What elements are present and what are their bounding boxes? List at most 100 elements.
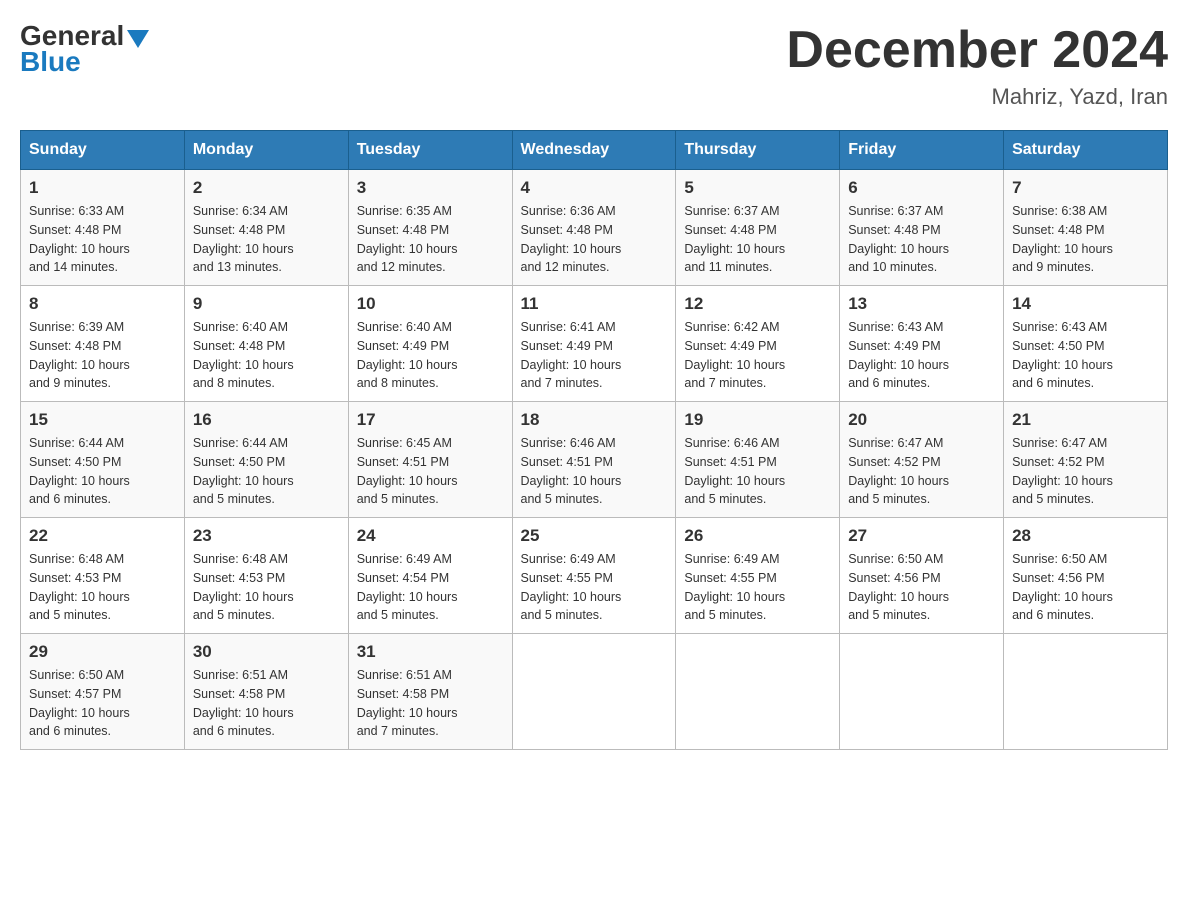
day-number: 4 xyxy=(521,178,668,198)
day-cell-8: 8 Sunrise: 6:39 AMSunset: 4:48 PMDaylight… xyxy=(21,286,185,402)
day-number: 1 xyxy=(29,178,176,198)
weekday-header-saturday: Saturday xyxy=(1004,131,1168,170)
day-cell-10: 10 Sunrise: 6:40 AMSunset: 4:49 PMDayligh… xyxy=(348,286,512,402)
day-info: Sunrise: 6:49 AMSunset: 4:54 PMDaylight:… xyxy=(357,550,504,625)
day-info: Sunrise: 6:36 AMSunset: 4:48 PMDaylight:… xyxy=(521,202,668,277)
day-number: 5 xyxy=(684,178,831,198)
weekday-header-wednesday: Wednesday xyxy=(512,131,676,170)
day-number: 21 xyxy=(1012,410,1159,430)
day-number: 28 xyxy=(1012,526,1159,546)
day-number: 8 xyxy=(29,294,176,314)
day-number: 14 xyxy=(1012,294,1159,314)
logo-blue-text: Blue xyxy=(20,46,81,78)
day-cell-24: 24 Sunrise: 6:49 AMSunset: 4:54 PMDayligh… xyxy=(348,518,512,634)
day-number: 2 xyxy=(193,178,340,198)
day-info: Sunrise: 6:34 AMSunset: 4:48 PMDaylight:… xyxy=(193,202,340,277)
day-cell-27: 27 Sunrise: 6:50 AMSunset: 4:56 PMDayligh… xyxy=(840,518,1004,634)
day-info: Sunrise: 6:35 AMSunset: 4:48 PMDaylight:… xyxy=(357,202,504,277)
location: Mahriz, Yazd, Iran xyxy=(786,84,1168,110)
day-cell-1: 1Sunrise: 6:33 AMSunset: 4:48 PMDaylight… xyxy=(21,170,185,286)
day-cell-18: 18 Sunrise: 6:46 AMSunset: 4:51 PMDayligh… xyxy=(512,402,676,518)
day-info: Sunrise: 6:42 AMSunset: 4:49 PMDaylight:… xyxy=(684,318,831,393)
week-row-5: 29 Sunrise: 6:50 AMSunset: 4:57 PMDayligh… xyxy=(21,634,1168,750)
day-cell-4: 4 Sunrise: 6:36 AMSunset: 4:48 PMDaylight… xyxy=(512,170,676,286)
day-number: 18 xyxy=(521,410,668,430)
weekday-header-monday: Monday xyxy=(184,131,348,170)
day-cell-21: 21 Sunrise: 6:47 AMSunset: 4:52 PMDayligh… xyxy=(1004,402,1168,518)
day-cell-17: 17Sunrise: 6:45 AMSunset: 4:51 PMDayligh… xyxy=(348,402,512,518)
day-number: 16 xyxy=(193,410,340,430)
day-info: Sunrise: 6:46 AMSunset: 4:51 PMDaylight:… xyxy=(684,434,831,509)
day-cell-15: 15 Sunrise: 6:44 AMSunset: 4:50 PMDayligh… xyxy=(21,402,185,518)
day-number: 12 xyxy=(684,294,831,314)
day-cell-13: 13 Sunrise: 6:43 AMSunset: 4:49 PMDayligh… xyxy=(840,286,1004,402)
empty-cell xyxy=(676,634,840,750)
weekday-header-thursday: Thursday xyxy=(676,131,840,170)
day-number: 30 xyxy=(193,642,340,662)
day-info: Sunrise: 6:37 AMSunset: 4:48 PMDaylight:… xyxy=(684,202,831,277)
day-info: Sunrise: 6:47 AMSunset: 4:52 PMDaylight:… xyxy=(1012,434,1159,509)
week-row-3: 15 Sunrise: 6:44 AMSunset: 4:50 PMDayligh… xyxy=(21,402,1168,518)
day-cell-9: 9Sunrise: 6:40 AMSunset: 4:48 PMDaylight… xyxy=(184,286,348,402)
day-info: Sunrise: 6:43 AMSunset: 4:50 PMDaylight:… xyxy=(1012,318,1159,393)
day-cell-25: 25Sunrise: 6:49 AMSunset: 4:55 PMDayligh… xyxy=(512,518,676,634)
day-info: Sunrise: 6:40 AMSunset: 4:49 PMDaylight:… xyxy=(357,318,504,393)
day-cell-2: 2 Sunrise: 6:34 AMSunset: 4:48 PMDaylight… xyxy=(184,170,348,286)
week-row-4: 22 Sunrise: 6:48 AMSunset: 4:53 PMDayligh… xyxy=(21,518,1168,634)
day-number: 6 xyxy=(848,178,995,198)
day-info: Sunrise: 6:49 AMSunset: 4:55 PMDaylight:… xyxy=(684,550,831,625)
day-cell-31: 31Sunrise: 6:51 AMSunset: 4:58 PMDayligh… xyxy=(348,634,512,750)
day-info: Sunrise: 6:51 AMSunset: 4:58 PMDaylight:… xyxy=(357,666,504,741)
empty-cell xyxy=(840,634,1004,750)
week-row-2: 8 Sunrise: 6:39 AMSunset: 4:48 PMDaylight… xyxy=(21,286,1168,402)
weekday-header-friday: Friday xyxy=(840,131,1004,170)
day-number: 25 xyxy=(521,526,668,546)
logo: General Blue xyxy=(20,20,149,78)
day-number: 7 xyxy=(1012,178,1159,198)
weekday-header-tuesday: Tuesday xyxy=(348,131,512,170)
day-info: Sunrise: 6:48 AMSunset: 4:53 PMDaylight:… xyxy=(29,550,176,625)
day-number: 26 xyxy=(684,526,831,546)
empty-cell xyxy=(1004,634,1168,750)
day-number: 19 xyxy=(684,410,831,430)
day-number: 29 xyxy=(29,642,176,662)
weekday-header-sunday: Sunday xyxy=(21,131,185,170)
day-cell-12: 12 Sunrise: 6:42 AMSunset: 4:49 PMDayligh… xyxy=(676,286,840,402)
day-cell-3: 3Sunrise: 6:35 AMSunset: 4:48 PMDaylight… xyxy=(348,170,512,286)
day-number: 24 xyxy=(357,526,504,546)
day-info: Sunrise: 6:38 AMSunset: 4:48 PMDaylight:… xyxy=(1012,202,1159,277)
day-info: Sunrise: 6:39 AMSunset: 4:48 PMDaylight:… xyxy=(29,318,176,393)
day-cell-14: 14 Sunrise: 6:43 AMSunset: 4:50 PMDayligh… xyxy=(1004,286,1168,402)
day-cell-23: 23Sunrise: 6:48 AMSunset: 4:53 PMDayligh… xyxy=(184,518,348,634)
day-cell-22: 22 Sunrise: 6:48 AMSunset: 4:53 PMDayligh… xyxy=(21,518,185,634)
empty-cell xyxy=(512,634,676,750)
day-number: 22 xyxy=(29,526,176,546)
day-cell-28: 28Sunrise: 6:50 AMSunset: 4:56 PMDayligh… xyxy=(1004,518,1168,634)
day-cell-20: 20Sunrise: 6:47 AMSunset: 4:52 PMDayligh… xyxy=(840,402,1004,518)
day-info: Sunrise: 6:43 AMSunset: 4:49 PMDaylight:… xyxy=(848,318,995,393)
day-cell-11: 11 Sunrise: 6:41 AMSunset: 4:49 PMDayligh… xyxy=(512,286,676,402)
weekday-header-row: SundayMondayTuesdayWednesdayThursdayFrid… xyxy=(21,131,1168,170)
day-info: Sunrise: 6:46 AMSunset: 4:51 PMDaylight:… xyxy=(521,434,668,509)
day-number: 15 xyxy=(29,410,176,430)
logo-triangle-icon xyxy=(127,30,149,48)
day-cell-7: 7 Sunrise: 6:38 AMSunset: 4:48 PMDaylight… xyxy=(1004,170,1168,286)
day-number: 10 xyxy=(357,294,504,314)
day-number: 11 xyxy=(521,294,668,314)
day-cell-19: 19 Sunrise: 6:46 AMSunset: 4:51 PMDayligh… xyxy=(676,402,840,518)
day-cell-30: 30Sunrise: 6:51 AMSunset: 4:58 PMDayligh… xyxy=(184,634,348,750)
day-info: Sunrise: 6:41 AMSunset: 4:49 PMDaylight:… xyxy=(521,318,668,393)
day-cell-29: 29 Sunrise: 6:50 AMSunset: 4:57 PMDayligh… xyxy=(21,634,185,750)
day-cell-26: 26 Sunrise: 6:49 AMSunset: 4:55 PMDayligh… xyxy=(676,518,840,634)
day-cell-6: 6Sunrise: 6:37 AMSunset: 4:48 PMDaylight… xyxy=(840,170,1004,286)
day-info: Sunrise: 6:50 AMSunset: 4:57 PMDaylight:… xyxy=(29,666,176,741)
day-number: 9 xyxy=(193,294,340,314)
day-info: Sunrise: 6:50 AMSunset: 4:56 PMDaylight:… xyxy=(848,550,995,625)
day-number: 23 xyxy=(193,526,340,546)
day-info: Sunrise: 6:44 AMSunset: 4:50 PMDaylight:… xyxy=(29,434,176,509)
month-title: December 2024 xyxy=(786,20,1168,80)
day-info: Sunrise: 6:47 AMSunset: 4:52 PMDaylight:… xyxy=(848,434,995,509)
day-number: 13 xyxy=(848,294,995,314)
title-section: December 2024 Mahriz, Yazd, Iran xyxy=(786,20,1168,110)
day-number: 27 xyxy=(848,526,995,546)
